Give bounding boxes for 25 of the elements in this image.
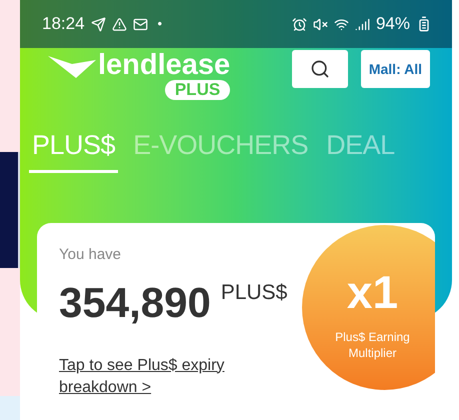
logo-text: lendlease	[98, 50, 230, 80]
alarm-icon	[292, 16, 307, 32]
expiry-link[interactable]: Tap to see Plus$ expiry breakdown >	[59, 354, 259, 398]
mute-icon	[312, 16, 328, 32]
mall-button[interactable]: Mall: All	[360, 50, 430, 88]
warning-icon	[112, 16, 127, 32]
multiplier-label: Plus$ Earning Multiplier	[334, 329, 411, 361]
search-button[interactable]	[292, 50, 348, 88]
battery-percent: 94%	[376, 13, 410, 36]
logo-icon	[46, 54, 98, 80]
notification-dot: •	[158, 15, 162, 34]
wifi-icon	[334, 16, 349, 32]
mail-icon	[132, 16, 148, 32]
multiplier-value: x1	[346, 267, 398, 317]
time: 18:24	[42, 13, 85, 36]
signal-icon	[354, 16, 370, 32]
balance-label: You have	[59, 245, 122, 265]
balance-unit: PLUS$	[220, 280, 288, 304]
tab[interactable]: PLUS$	[29, 124, 118, 173]
logo-badge: PLUS	[164, 80, 230, 100]
balance-amount: 354,890	[59, 280, 211, 324]
send-icon	[90, 16, 106, 32]
search-icon	[310, 59, 330, 79]
tab[interactable]: E-VOUCHERS	[130, 124, 312, 173]
tab[interactable]: DEAL	[323, 124, 398, 173]
